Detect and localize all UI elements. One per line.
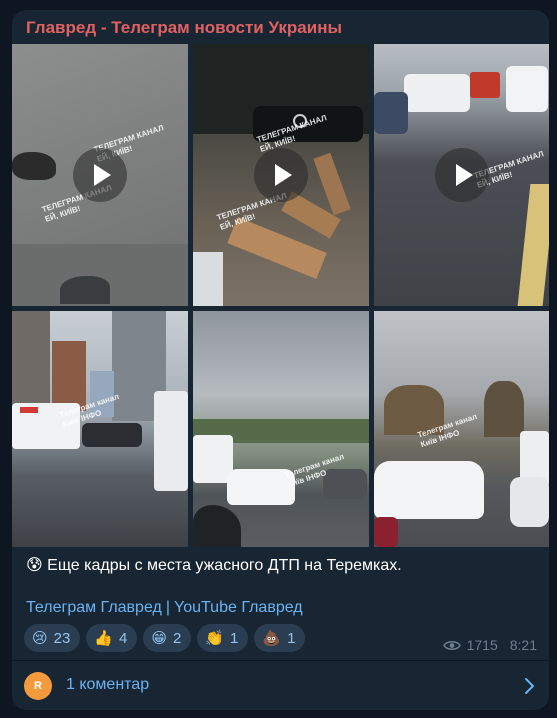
reaction-clap[interactable]: 👏 1 (197, 624, 249, 652)
ambulance-stripe (20, 407, 38, 413)
ambulance (154, 391, 188, 491)
reaction-crying[interactable]: 😢 23 (24, 624, 81, 652)
media-photo-4[interactable]: Телеграм канал Київ ІНФО (12, 311, 188, 547)
message-bubble: Главред - Телеграм новости Украины ТЕЛЕГ… (12, 10, 549, 710)
message-text: 😰 Еще кадры с места ужасного ДТП на Тере… (26, 555, 402, 575)
damaged-car (82, 423, 142, 447)
reaction-count: 1 (287, 629, 296, 647)
avatar: R (24, 672, 52, 700)
view-count: 1715 (466, 637, 498, 653)
reaction-count: 4 (119, 629, 128, 647)
link-youtube-glavred[interactable]: YouTube Главред (174, 599, 303, 616)
building (12, 311, 50, 411)
reaction-count: 2 (173, 629, 182, 647)
media-video-3[interactable]: ТЕЛЕГРАМ КАНАЛ ЕЙ, КИЇВ! (374, 44, 549, 306)
message-time: 8:21 (509, 637, 537, 653)
reaction-grin[interactable]: 😁 2 (143, 624, 192, 652)
reaction-thumbs-up[interactable]: 👍 4 (86, 624, 138, 652)
grinning-face-icon: 😁 (151, 630, 167, 647)
clapping-hands-icon: 👏 (205, 630, 225, 647)
message-links: Телеграм Главред | YouTube Главред (26, 599, 303, 617)
van (404, 74, 470, 112)
reaction-count: 23 (53, 629, 71, 647)
trees (484, 381, 524, 437)
car (374, 92, 408, 134)
chevron-right-icon (525, 678, 534, 694)
reaction-poo[interactable]: 💩 1 (254, 624, 306, 652)
link-separator: | (165, 599, 170, 616)
comments-label: 1 коментар (66, 676, 150, 693)
media-photo-6[interactable]: Телеграм канал Київ ІНФО (374, 311, 549, 547)
white-car (374, 461, 484, 519)
van (506, 66, 548, 112)
debris (193, 252, 223, 306)
car (193, 505, 241, 547)
reactions-bar: 😢 23 👍 4 😁 2 👏 1 💩 1 (24, 624, 306, 652)
play-icon[interactable] (73, 148, 127, 202)
debris (12, 152, 56, 180)
comments-button[interactable]: R 1 коментар (12, 661, 549, 710)
pile-of-poo-icon: 💩 (262, 630, 282, 647)
red-car (374, 517, 398, 547)
building (52, 341, 86, 411)
media-photo-5[interactable]: Телеграм канал Київ ІНФО (193, 311, 369, 547)
link-telegram-glavred[interactable]: Телеграм Главред (26, 599, 162, 616)
media-video-2[interactable]: ТЕЛЕГРАМ КАНАЛ ЕЙ, КИЇВ! ТЕЛЕГРАМ КАНАЛ ЕЙ… (193, 44, 369, 306)
play-icon[interactable] (435, 148, 489, 202)
crying-face-icon: 😢 (32, 630, 48, 647)
debris (60, 276, 110, 304)
eye-icon (442, 640, 461, 650)
channel-name[interactable]: Главред - Телеграм новости Украины (26, 18, 342, 38)
message-meta: 1715 8:21 (442, 637, 537, 653)
curb (517, 184, 549, 306)
message-body: Еще кадры с места ужасного ДТП на Теремк… (47, 557, 402, 574)
play-icon[interactable] (254, 148, 308, 202)
media-video-1[interactable]: ТЕЛЕГРАМ КАНАЛЕЙ, КИЇВ! ТЕЛЕГРАМ КАНАЛЕЙ… (12, 44, 188, 306)
media-grid: ТЕЛЕГРАМ КАНАЛЕЙ, КИЇВ! ТЕЛЕГРАМ КАНАЛЕЙ… (12, 44, 549, 547)
reaction-count: 1 (230, 629, 239, 647)
vehicle (470, 72, 500, 98)
thumbs-up-icon: 👍 (94, 630, 114, 647)
anxious-face-icon: 😰 (26, 557, 43, 574)
white-car (510, 477, 549, 527)
